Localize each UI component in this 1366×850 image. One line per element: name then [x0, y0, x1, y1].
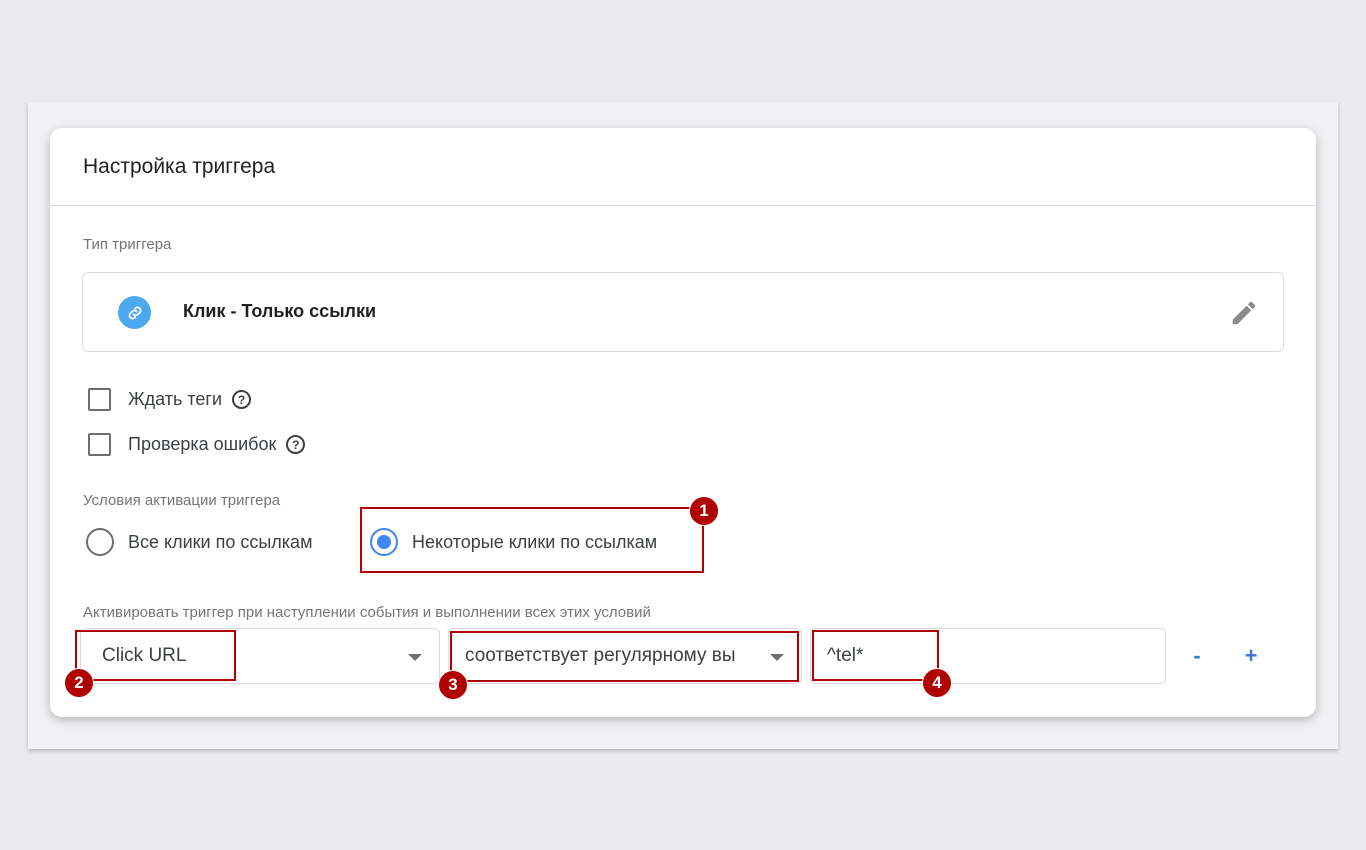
pencil-icon[interactable]: [1229, 298, 1259, 328]
callout-badge-3: 3: [438, 670, 468, 700]
callout-badge-1: 1: [689, 496, 719, 526]
add-condition-button[interactable]: +: [1235, 640, 1267, 672]
operator-value: соответствует регулярному выражению: [465, 645, 735, 666]
value-input[interactable]: ^tel*: [810, 628, 1166, 684]
activation-label: Условия активации триггера: [83, 492, 281, 509]
all-clicks-radio[interactable]: [86, 528, 114, 556]
some-clicks-radio[interactable]: [370, 528, 398, 556]
operator-dropdown[interactable]: соответствует регулярному выражению: [448, 628, 802, 684]
wait-tags-checkbox[interactable]: [88, 388, 111, 411]
remove-condition-button[interactable]: -: [1181, 640, 1213, 672]
trigger-type-label: Тип триггера: [83, 236, 172, 253]
callout-badge-2: 2: [64, 668, 94, 698]
condition-label: Активировать триггер при наступлении соб…: [83, 604, 651, 621]
all-clicks-radio-option[interactable]: Все клики по ссылкам: [86, 528, 312, 556]
help-icon[interactable]: ?: [286, 435, 306, 454]
all-clicks-label: Все клики по ссылкам: [128, 531, 313, 552]
card-header: Настройка триггера: [50, 128, 1316, 206]
link-icon: [118, 296, 151, 329]
trigger-type-name: Клик - Только ссылки: [183, 301, 377, 321]
check-errors-option: Проверка ошибок ?: [88, 433, 306, 456]
chevron-down-icon: [408, 654, 422, 661]
check-errors-label: Проверка ошибок: [128, 434, 277, 454]
card-title: Настройка триггера: [83, 154, 276, 178]
help-icon[interactable]: ?: [232, 390, 252, 409]
variable-dropdown[interactable]: Click URL: [80, 628, 440, 684]
trigger-config-card: Настройка триггера Тип триггера Клик - Т…: [50, 128, 1316, 717]
trigger-type-selector[interactable]: Клик - Только ссылки: [82, 272, 1284, 352]
some-clicks-radio-option[interactable]: Некоторые клики по ссылкам: [370, 528, 657, 556]
callout-badge-4: 4: [922, 668, 952, 698]
value-text: ^tel*: [827, 645, 864, 666]
check-errors-checkbox[interactable]: [88, 433, 111, 456]
wait-tags-label: Ждать теги: [128, 389, 223, 409]
chevron-down-icon: [770, 654, 784, 661]
variable-value: Click URL: [102, 645, 187, 666]
wait-tags-option: Ждать теги ?: [88, 388, 252, 411]
some-clicks-label: Некоторые клики по ссылкам: [412, 531, 658, 552]
